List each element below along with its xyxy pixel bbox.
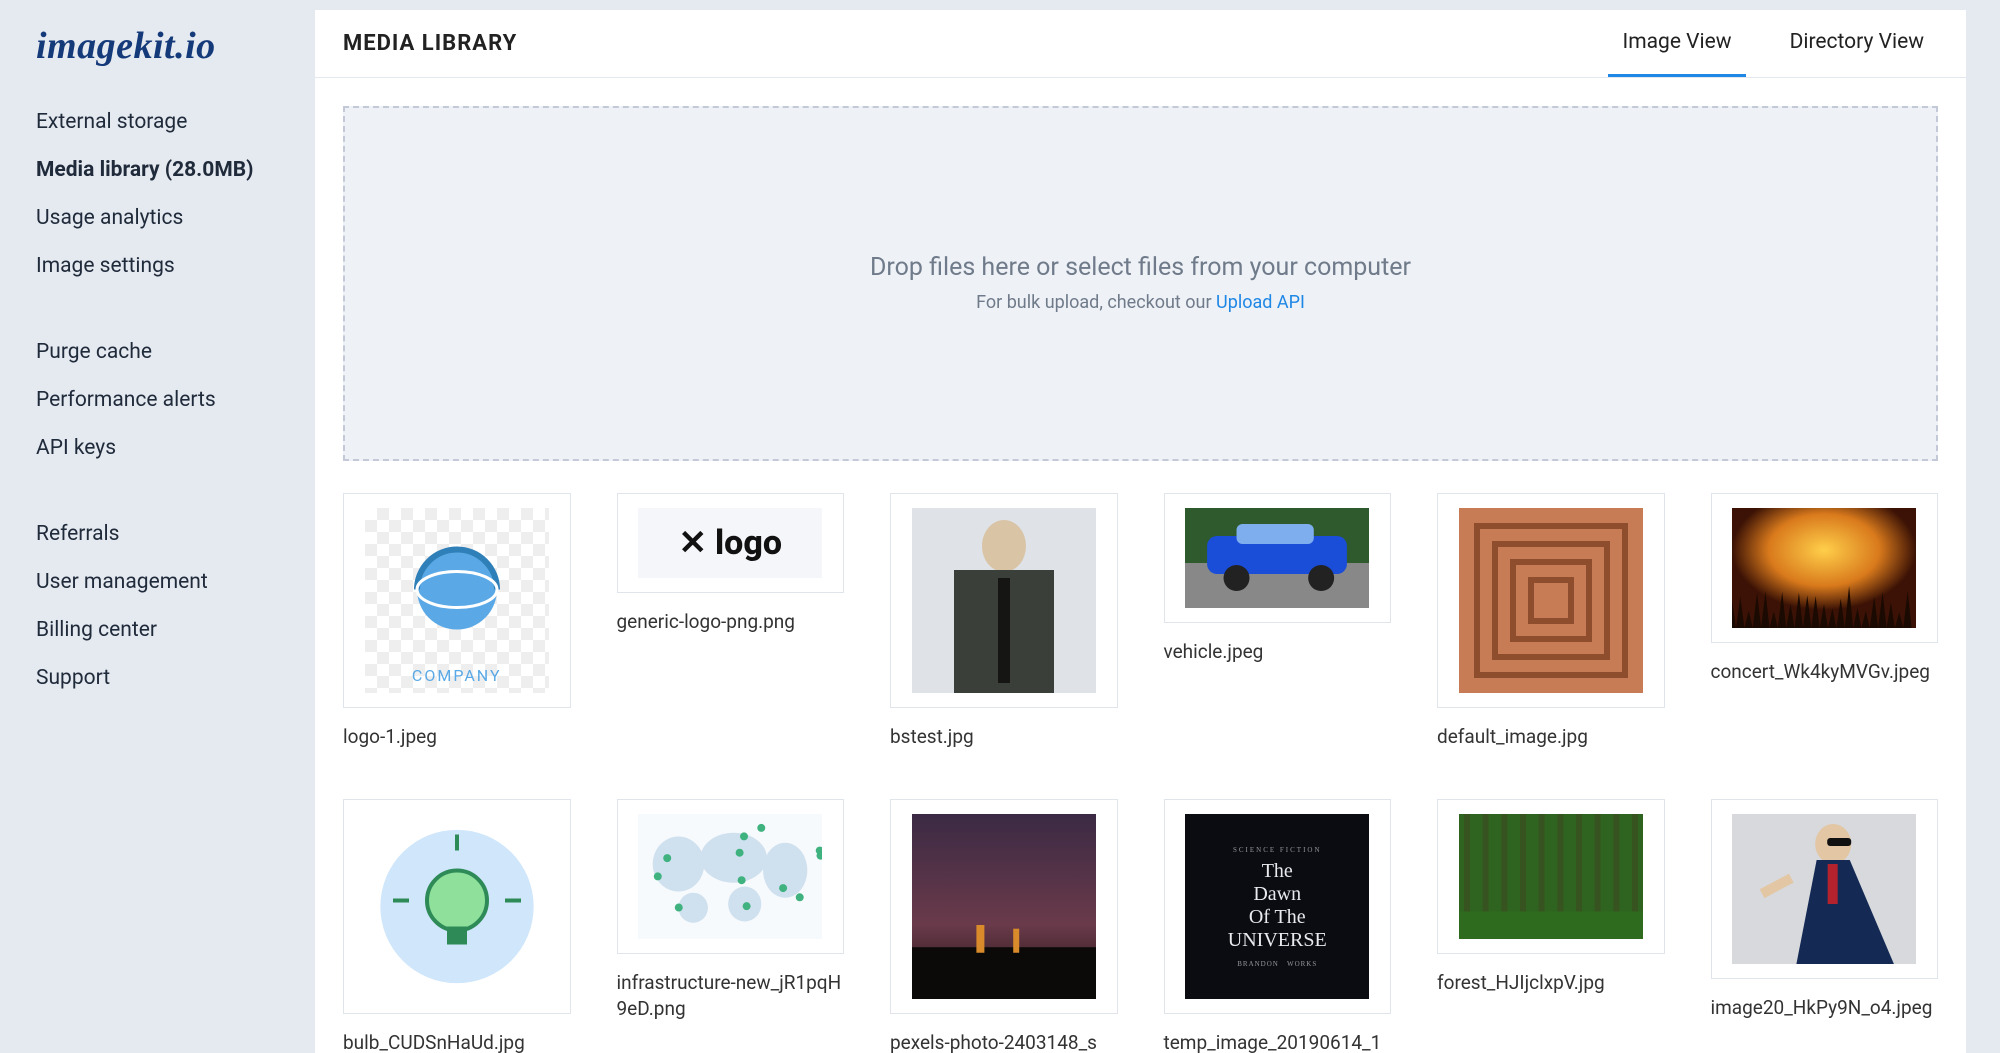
content-area: Drop files here or select files from you…	[315, 78, 1966, 1053]
media-card[interactable]: bulb_CUDSnHaUd.jpg	[343, 799, 571, 1053]
media-filename: bulb_CUDSnHaUd.jpg	[343, 1030, 571, 1053]
media-card[interactable]: concert_Wk4kyMVGv.jpeg	[1711, 493, 1939, 750]
dropzone-sub-prefix: For bulk upload, checkout our	[976, 292, 1216, 313]
media-card[interactable]: vehicle.jpeg	[1164, 493, 1392, 750]
media-grid: COMPANY logo-1.jpeg ✕logo generic-logo-p…	[343, 493, 1938, 1053]
view-tab[interactable]: Directory View	[1776, 10, 1938, 77]
media-thumbnail[interactable]	[1437, 799, 1665, 954]
sidebar-item[interactable]: Support	[36, 654, 315, 702]
nav-group-3: ReferralsUser managementBilling centerSu…	[36, 510, 315, 702]
media-card[interactable]: ✕logo generic-logo-png.png	[617, 493, 845, 750]
media-card[interactable]: image20_HkPy9N_o4.jpeg	[1711, 799, 1939, 1053]
main-panel: MEDIA LIBRARY Image View Directory View D…	[315, 10, 1966, 1053]
media-card[interactable]: default_image.jpg	[1437, 493, 1665, 750]
media-thumbnail[interactable]: SCIENCE FICTION TheDawnOf TheUNIVERSE BR…	[1164, 799, 1392, 1014]
page-title: MEDIA LIBRARY	[343, 31, 517, 56]
sidebar-item[interactable]: Purge cache	[36, 328, 315, 376]
sidebar-item[interactable]: Media library (28.0MB)	[36, 146, 315, 194]
sidebar-item[interactable]: Referrals	[36, 510, 315, 558]
media-thumbnail[interactable]	[1164, 493, 1392, 623]
sidebar: imagekit.io External storageMedia librar…	[0, 0, 315, 1053]
media-thumbnail[interactable]	[1711, 493, 1939, 643]
media-card[interactable]: forest_HJIjclxpV.jpg	[1437, 799, 1665, 1053]
media-filename: vehicle.jpeg	[1164, 639, 1392, 665]
upload-api-link[interactable]: Upload API	[1216, 292, 1305, 313]
sidebar-item[interactable]: User management	[36, 558, 315, 606]
nav-group-2: Purge cachePerformance alertsAPI keys	[36, 328, 315, 472]
media-filename: logo-1.jpeg	[343, 724, 571, 750]
media-card[interactable]: COMPANY logo-1.jpeg	[343, 493, 571, 750]
sidebar-item[interactable]: Performance alerts	[36, 376, 315, 424]
media-card[interactable]: infrastructure-new_jR1pqH9eD.png	[617, 799, 845, 1053]
media-thumbnail[interactable]	[890, 799, 1118, 1014]
media-card[interactable]: pexels-photo-2403148_s	[890, 799, 1118, 1053]
sidebar-item[interactable]: Usage analytics	[36, 194, 315, 242]
view-tab[interactable]: Image View	[1608, 10, 1745, 77]
media-filename: image20_HkPy9N_o4.jpeg	[1711, 995, 1939, 1021]
upload-dropzone[interactable]: Drop files here or select files from you…	[343, 106, 1938, 461]
media-thumbnail[interactable]	[890, 493, 1118, 708]
media-filename: temp_image_20190614_1	[1164, 1030, 1392, 1053]
view-tabs: Image View Directory View	[1608, 10, 1938, 77]
media-card[interactable]: SCIENCE FICTION TheDawnOf TheUNIVERSE BR…	[1164, 799, 1392, 1053]
sidebar-item[interactable]: API keys	[36, 424, 315, 472]
media-filename: generic-logo-png.png	[617, 609, 845, 635]
brand-logo: imagekit.io	[36, 24, 315, 68]
media-filename: forest_HJIjclxpV.jpg	[1437, 970, 1665, 996]
topbar: MEDIA LIBRARY Image View Directory View	[315, 10, 1966, 78]
media-thumbnail[interactable]: ✕logo	[617, 493, 845, 593]
media-card[interactable]: bstest.jpg	[890, 493, 1118, 750]
media-thumbnail[interactable]	[1437, 493, 1665, 708]
media-filename: bstest.jpg	[890, 724, 1118, 750]
media-thumbnail[interactable]	[617, 799, 845, 954]
dropzone-subtext: For bulk upload, checkout our Upload API	[976, 292, 1305, 313]
media-thumbnail[interactable]: COMPANY	[343, 493, 571, 708]
media-thumbnail[interactable]	[1711, 799, 1939, 979]
sidebar-item[interactable]: Image settings	[36, 242, 315, 290]
nav-group-1: External storageMedia library (28.0MB)Us…	[36, 98, 315, 290]
dropzone-heading: Drop files here or select files from you…	[870, 253, 1411, 282]
media-filename: pexels-photo-2403148_s	[890, 1030, 1118, 1053]
sidebar-item[interactable]: External storage	[36, 98, 315, 146]
media-thumbnail[interactable]	[343, 799, 571, 1014]
media-filename: default_image.jpg	[1437, 724, 1665, 750]
media-filename: infrastructure-new_jR1pqH9eD.png	[617, 970, 845, 1021]
media-filename: concert_Wk4kyMVGv.jpeg	[1711, 659, 1939, 685]
sidebar-item[interactable]: Billing center	[36, 606, 315, 654]
